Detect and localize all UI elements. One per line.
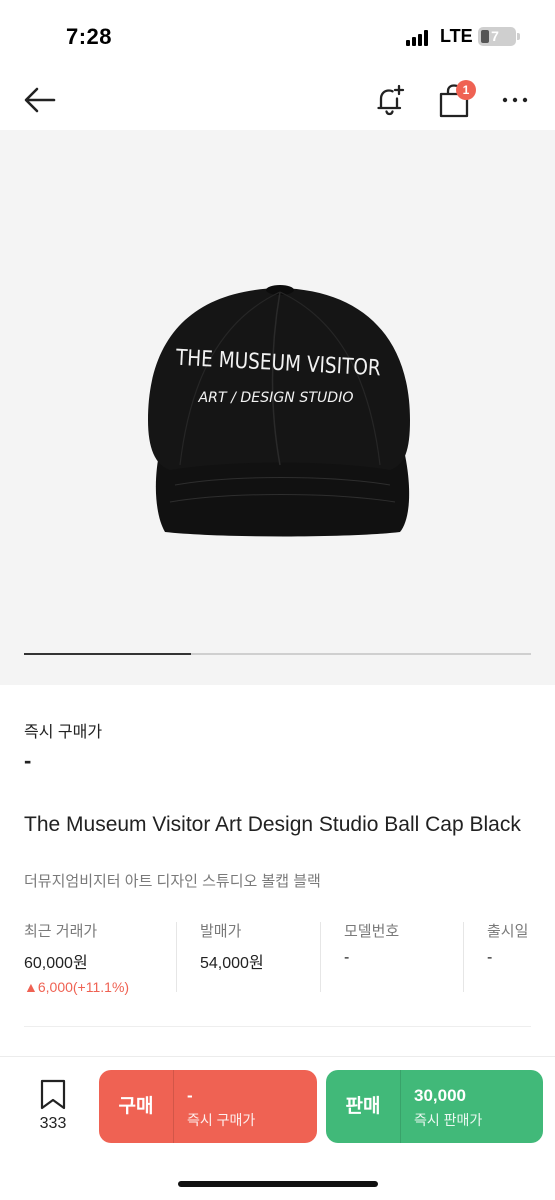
info-value: 60,000원	[24, 955, 88, 972]
buy-price: -	[187, 1086, 193, 1105]
carousel-progress-fill	[24, 653, 192, 655]
info-divider	[320, 922, 321, 992]
status-bar: 7:28 LTE 7	[0, 0, 555, 70]
info-release-price: 발매가 54,000원	[200, 920, 320, 992]
nav-bar: 1	[0, 70, 555, 130]
bell-plus-icon	[377, 84, 405, 116]
buy-button[interactable]: 구매 - 즉시 구매가	[99, 1070, 317, 1143]
buy-button-label: 구매	[118, 1096, 154, 1117]
product-image-carousel[interactable]: THE MUSEUM VISITOR ART / DESIGN STUDIO	[0, 130, 555, 685]
sell-button-label: 판매	[345, 1096, 381, 1117]
battery-tip	[517, 33, 520, 40]
section-divider	[24, 1026, 531, 1027]
button-separator	[173, 1070, 174, 1143]
wishlist-button[interactable]: 333	[26, 1079, 80, 1139]
battery-level: 7	[491, 28, 499, 44]
info-label: 최근 거래가	[24, 923, 98, 940]
cart-button[interactable]: 1	[434, 80, 476, 120]
info-label: 출시일	[487, 923, 529, 940]
cap-embroidery-line2: ART / DESIGN STUDIO	[197, 390, 353, 406]
network-type: LTE	[440, 26, 473, 46]
back-arrow-icon	[24, 87, 56, 113]
info-label: 모델번호	[344, 923, 400, 940]
instant-price-label: 즉시 구매가	[24, 724, 103, 741]
status-time: 7:28	[66, 24, 113, 49]
product-image: THE MUSEUM VISITOR ART / DESIGN STUDIO	[148, 285, 410, 537]
signal-icon	[406, 30, 432, 46]
bottom-action-bar: 333 구매 - 즉시 구매가 판매 30,000 즉시 판매가	[0, 1056, 555, 1200]
info-divider	[463, 922, 464, 992]
info-release-date: 출시일 -	[487, 920, 531, 992]
more-icon	[502, 97, 528, 103]
button-separator	[400, 1070, 401, 1143]
sell-price: 30,000	[414, 1086, 466, 1105]
product-subtitle-ko: 더뮤지엄비지터 아트 디자인 스튜디오 볼캡 블랙	[24, 873, 321, 890]
sell-button[interactable]: 판매 30,000 즉시 판매가	[326, 1070, 543, 1143]
product-title: The Museum Visitor Art Design Studio Bal…	[24, 813, 521, 836]
instant-price-value: -	[24, 748, 32, 773]
info-label: 발매가	[200, 923, 242, 940]
home-indicator	[178, 1181, 378, 1187]
info-value: -	[344, 949, 350, 966]
back-button[interactable]	[22, 82, 58, 118]
notification-button[interactable]	[372, 82, 408, 118]
cart-count-badge: 1	[456, 80, 476, 100]
info-divider	[176, 922, 177, 992]
product-info-table: 최근 거래가 60,000원 ▲6,000(+11.1%) 발매가 54,000…	[24, 920, 531, 995]
sell-price-caption: 즉시 판매가	[414, 1112, 483, 1128]
more-button[interactable]	[500, 88, 530, 112]
bookmark-icon	[40, 1079, 66, 1110]
info-value: -	[487, 949, 493, 966]
info-recent-trade: 최근 거래가 60,000원 ▲6,000(+11.1%)	[24, 920, 174, 995]
price-change: ▲6,000(+11.1%)	[24, 979, 130, 995]
info-value: 54,000원	[200, 955, 264, 972]
carousel-progress-track	[24, 653, 531, 655]
wish-count: 333	[39, 1115, 67, 1132]
info-model-number: 모델번호 -	[344, 920, 464, 992]
battery-icon: 7	[478, 27, 516, 46]
buy-price-caption: 즉시 구매가	[187, 1112, 256, 1128]
